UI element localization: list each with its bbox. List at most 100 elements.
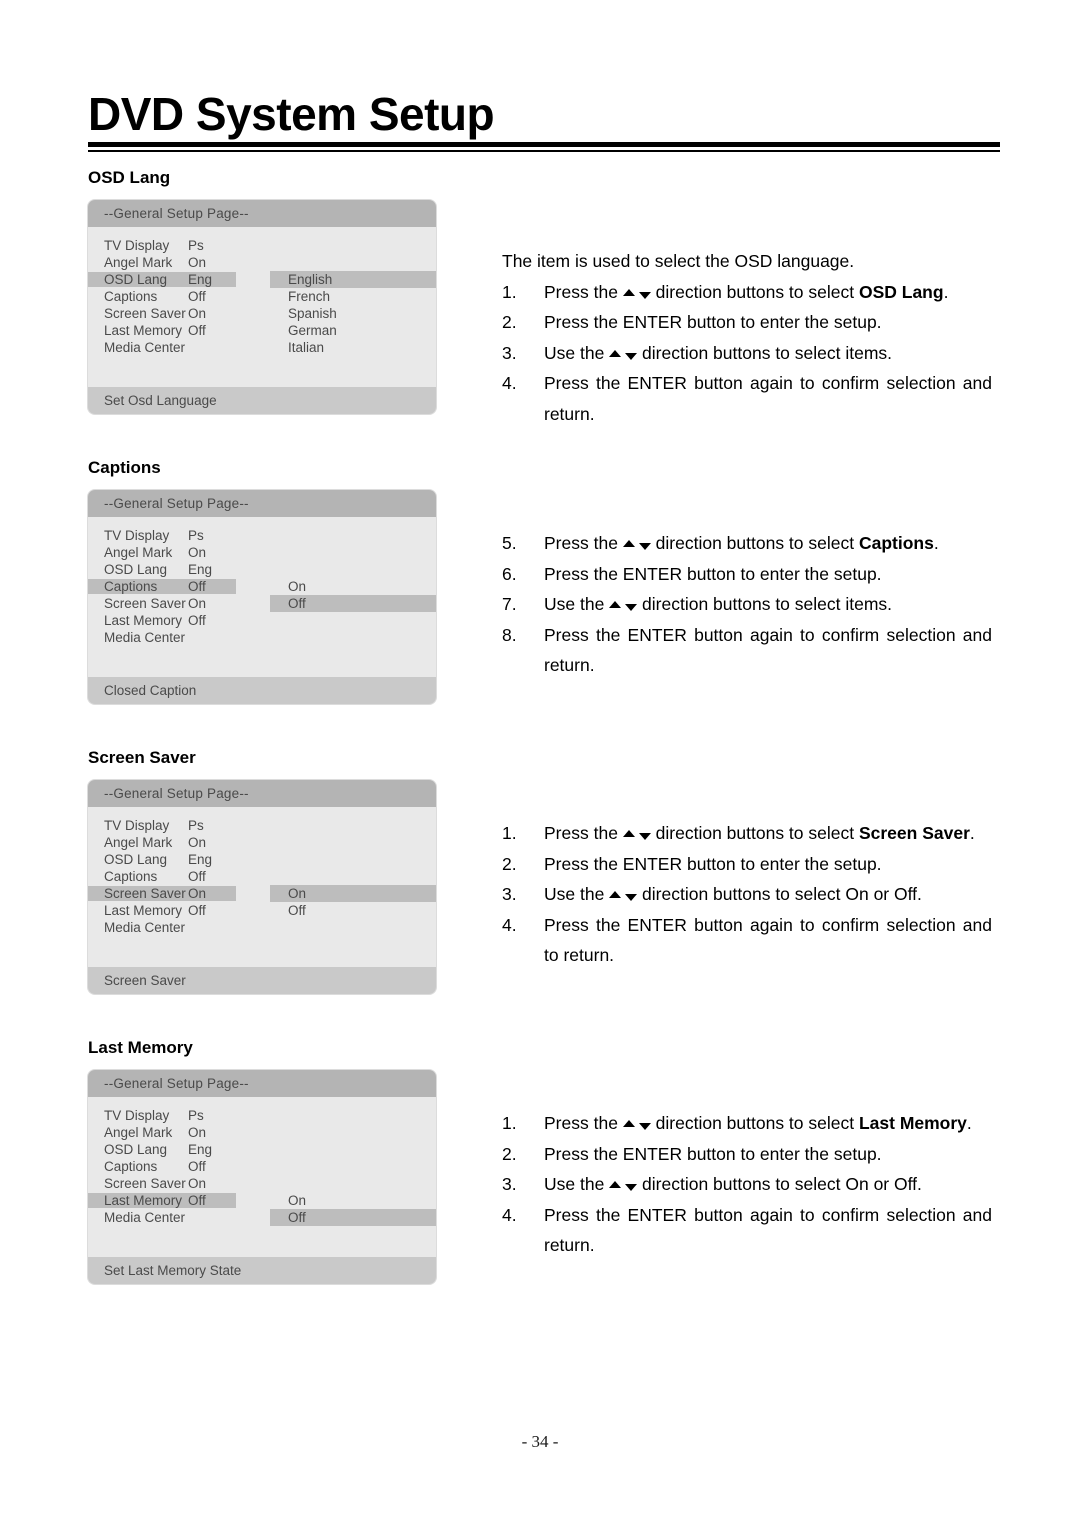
osd-menu-row[interactable]: TV Display Ps xyxy=(88,237,436,254)
osd-option-item[interactable]: Spanish xyxy=(270,305,436,322)
step-text-cont: direction buttons to select items. xyxy=(637,342,893,363)
arrow-up-icon xyxy=(622,288,635,296)
osd-menu-row[interactable]: Media Center xyxy=(88,919,436,936)
osd-menu-row[interactable]: TV Display Ps xyxy=(88,817,436,834)
arrow-up-icon xyxy=(609,891,622,898)
instruction-step: 6. Press the ENTER button to enter the se… xyxy=(502,559,992,590)
instruction-step: 8. Press the ENTER button again to confir… xyxy=(502,620,992,681)
osd-menu-value: Off xyxy=(188,869,206,884)
arrow-down-icon xyxy=(625,894,638,901)
osd-menu-label: Screen Saver xyxy=(88,886,188,901)
step-number: 4. xyxy=(502,1204,517,1225)
arrow-down-icon xyxy=(638,1123,651,1130)
osd-option-item[interactable]: English xyxy=(270,271,436,288)
osd-option-item[interactable]: Off xyxy=(270,902,436,919)
osd-menu-label: Angel Mark xyxy=(104,545,173,560)
osd-option-item[interactable]: On xyxy=(270,578,436,595)
step-text: Use the xyxy=(544,1174,610,1194)
step-number: 5. xyxy=(502,533,517,553)
osd-menu-row[interactable]: OSD Lang Eng xyxy=(88,1141,436,1158)
osd-menu-row[interactable]: TV Display Ps xyxy=(88,1107,436,1124)
osd-option-list: On Off xyxy=(270,885,436,919)
section-last-memory: Last Memory --General Setup Page-- TV Disp… xyxy=(88,1038,992,1284)
osd-menu-value: Off xyxy=(188,1159,206,1174)
osd-menu-value: Off xyxy=(188,903,206,918)
osd-menu-label: Media Center xyxy=(104,1210,186,1225)
step-text: Press the ENTER button to enter the setu… xyxy=(544,1143,882,1164)
osd-menu-row[interactable]: OSD Lang Eng xyxy=(88,851,436,868)
osd-menu-value: Off xyxy=(188,613,206,628)
arrow-up-icon xyxy=(622,1120,635,1127)
instruction-step: 4. Press the ENTER button again to confir… xyxy=(502,910,992,971)
osd-menu-label: OSD Lang xyxy=(104,562,168,577)
manual-page: DVD System Setup OSD Lang --General Setup… xyxy=(0,0,1080,1524)
osd-menu-label: Captions xyxy=(104,1159,158,1174)
osd-body: TV Display Ps Angel Mark On OSD Lang Eng Capti… xyxy=(88,807,436,967)
osd-menu-value: Ps xyxy=(188,528,204,543)
osd-menu-row[interactable]: Captions Off xyxy=(88,868,436,885)
instruction-steps: 5. Press the direction buttons to select … xyxy=(502,528,992,681)
osd-menu-label: Last Memory xyxy=(104,903,183,918)
osd-menu-label: Media Center xyxy=(104,920,186,935)
osd-option-list: On Off xyxy=(270,578,436,612)
step-number: 4. xyxy=(502,373,517,393)
step-text: Press the ENTER button to enter the setu… xyxy=(544,312,882,332)
step-emphasis: OSD Lang xyxy=(858,281,944,302)
osd-header: --General Setup Page-- xyxy=(88,200,436,227)
osd-menu-label: Media Center xyxy=(104,630,186,645)
osd-menu-label: Last Memory xyxy=(88,1193,188,1208)
osd-footer-hint: Screen Saver xyxy=(88,967,436,994)
osd-option-item[interactable]: German xyxy=(270,322,436,339)
instructions-osd-lang: The item is used to select the OSD langu… xyxy=(502,246,992,429)
step-number: 1. xyxy=(502,823,517,843)
arrow-down-icon xyxy=(638,833,651,840)
osd-menu-row[interactable]: Last Memory Off xyxy=(88,612,436,629)
osd-menu-label: Last Memory xyxy=(104,613,183,628)
step-number: 3. xyxy=(502,884,517,904)
osd-body: TV Display Ps Angel Mark On OSD Lang Eng Capti… xyxy=(88,517,436,677)
osd-menu-row[interactable]: Screen Saver On xyxy=(88,1175,436,1192)
title-rule-thin xyxy=(88,150,1000,152)
osd-option-list: On Off xyxy=(270,1192,436,1226)
direction-buttons-icon xyxy=(622,1113,651,1133)
step-text: Press the ENTER button again to confirm … xyxy=(544,914,992,966)
arrow-down-icon xyxy=(638,291,651,299)
instruction-step: 2. Press the ENTER button to enter the se… xyxy=(502,307,992,338)
osd-menu-value: Off xyxy=(188,579,236,594)
step-number: 1. xyxy=(502,281,517,302)
step-text: Press the xyxy=(544,1113,623,1133)
osd-option-item[interactable]: On xyxy=(270,885,436,902)
osd-menu-row[interactable]: Media Center xyxy=(88,629,436,646)
step-number: 3. xyxy=(502,1174,517,1194)
section-heading-last-memory: Last Memory xyxy=(88,1038,193,1057)
osd-option-item[interactable]: Italian xyxy=(270,339,436,356)
osd-menu-row[interactable]: Angel Mark On xyxy=(88,254,436,271)
osd-screenshot-last-memory: --General Setup Page-- TV Display Ps Angel … xyxy=(88,1070,436,1284)
osd-menu-row[interactable]: Captions Off xyxy=(88,1158,436,1175)
osd-menu-value: Eng xyxy=(188,1142,213,1157)
instructions-lead: The item is used to select the OSD langu… xyxy=(502,251,855,271)
direction-buttons-icon xyxy=(609,343,638,363)
instruction-step: 3. Use the direction buttons to select On… xyxy=(502,879,992,910)
osd-menu-label: TV Display xyxy=(104,238,170,253)
instruction-steps: 1. Press the direction buttons to select … xyxy=(502,1108,992,1261)
instruction-steps: 1. Press the direction buttons to select … xyxy=(502,277,992,430)
osd-menu-row[interactable]: OSD Lang Eng xyxy=(88,561,436,578)
instruction-step: 2. Press the ENTER button to enter the se… xyxy=(502,849,992,880)
instruction-step: 1. Press the direction buttons to select … xyxy=(502,818,992,849)
step-text-cont: direction buttons to select On or Off. xyxy=(637,884,922,904)
osd-option-item[interactable]: On xyxy=(270,1192,436,1209)
osd-option-item[interactable]: Off xyxy=(270,595,436,612)
osd-menu-row[interactable]: Angel Mark On xyxy=(88,1124,436,1141)
instruction-step: 3. Use the direction buttons to select it… xyxy=(502,338,992,369)
osd-option-item[interactable]: Off xyxy=(270,1209,436,1226)
osd-menu-value: Eng xyxy=(188,272,236,287)
instruction-step: 4. Press the ENTER button again to confir… xyxy=(502,1200,992,1261)
arrow-down-icon xyxy=(625,1184,638,1191)
osd-menu-row[interactable]: Angel Mark On xyxy=(88,544,436,561)
osd-menu-row[interactable]: Angel Mark On xyxy=(88,834,436,851)
step-text: Use the xyxy=(544,342,610,363)
osd-menu-value: Ps xyxy=(188,818,204,833)
osd-menu-row[interactable]: TV Display Ps xyxy=(88,527,436,544)
osd-option-item[interactable]: French xyxy=(270,288,436,305)
